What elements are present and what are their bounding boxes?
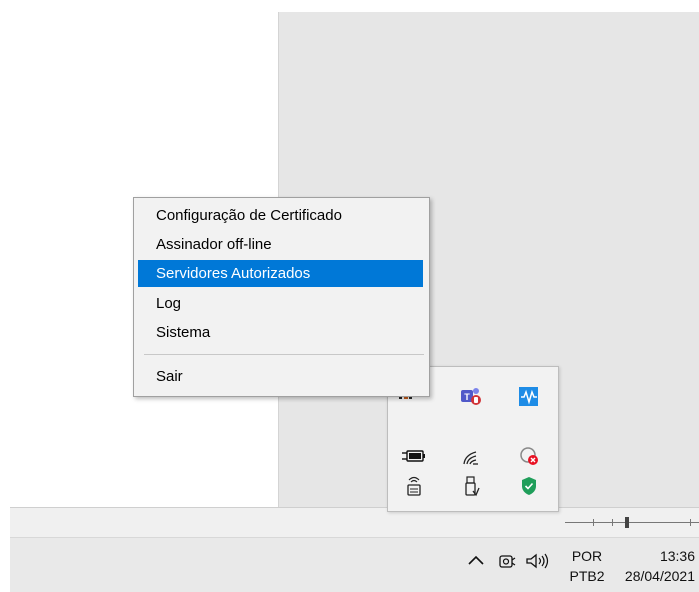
- slider-strip: [10, 507, 699, 538]
- clock-time: 13:36: [659, 548, 695, 564]
- menu-item-sair[interactable]: Sair: [138, 363, 423, 390]
- shield-check-icon[interactable]: [514, 471, 544, 501]
- input-language-indicator[interactable]: POR PTB2: [565, 546, 609, 586]
- tray-context-menu: Configuração de Certificado Assinador of…: [133, 197, 430, 397]
- keyboard-layout: PTB2: [569, 568, 605, 584]
- clock-date: 28/04/2021: [624, 568, 695, 584]
- volume-speaker-icon[interactable]: [522, 546, 552, 576]
- slider-thumb[interactable]: [625, 517, 629, 528]
- menu-item-log[interactable]: Log: [138, 290, 423, 317]
- menu-separator: [144, 354, 424, 355]
- language-code: POR: [571, 548, 603, 564]
- menu-item-assinador-offline[interactable]: Assinador off-line: [138, 231, 423, 258]
- teams-icon[interactable]: T: [456, 381, 486, 411]
- slider-tick: [593, 519, 594, 526]
- disconnected-icon[interactable]: [514, 441, 544, 471]
- slider-track[interactable]: [565, 522, 699, 523]
- show-hidden-icons-chevron-up-icon[interactable]: [464, 546, 488, 576]
- taskbar: POR PTB2 13:36 28/04/2021: [10, 537, 699, 592]
- usb-eject-icon[interactable]: [456, 471, 486, 501]
- router-icon[interactable]: [399, 471, 429, 501]
- menu-item-configuracao-certificado[interactable]: Configuração de Certificado: [138, 202, 423, 229]
- taskbar-clock[interactable]: 13:36 28/04/2021: [610, 546, 695, 586]
- slider-tick: [690, 519, 691, 526]
- battery-plug-icon[interactable]: [399, 441, 429, 471]
- meet-now-camera-icon[interactable]: [496, 546, 518, 576]
- wireless-signal-icon[interactable]: [456, 441, 486, 471]
- slider-tick: [612, 519, 613, 526]
- menu-item-servidores-autorizados[interactable]: Servidores Autorizados: [138, 260, 423, 287]
- svg-text:T: T: [464, 392, 470, 402]
- menu-item-sistema[interactable]: Sistema: [138, 319, 423, 346]
- waveform-app-icon[interactable]: [514, 381, 544, 411]
